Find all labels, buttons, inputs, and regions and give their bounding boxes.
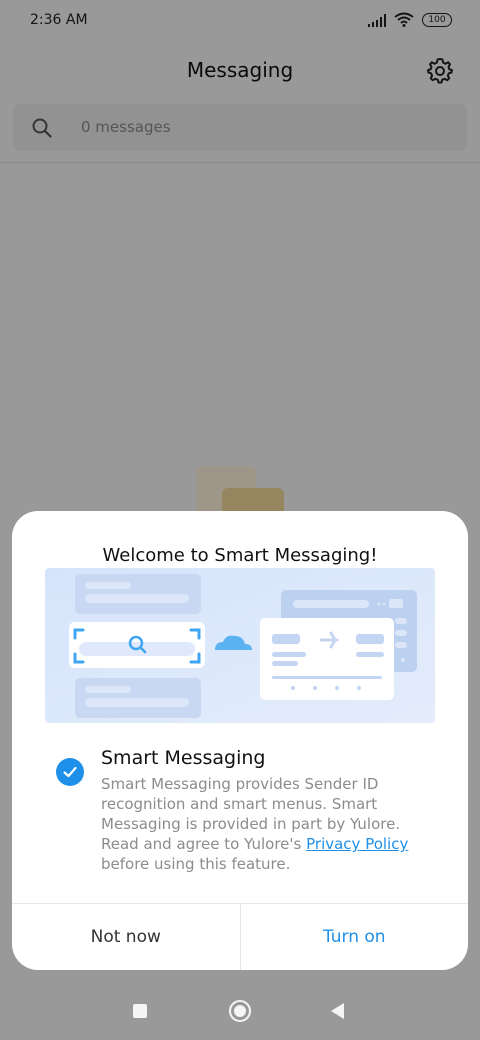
recents-icon[interactable] [133,1004,147,1018]
description-text-end: before using this feature. [101,855,291,873]
smart-messaging-illustration [45,568,435,723]
turn-on-button[interactable]: Turn on [241,904,469,970]
dialog-title: Welcome to Smart Messaging! [102,545,378,566]
privacy-policy-link[interactable]: Privacy Policy [306,835,408,853]
navigation-bar [0,982,480,1040]
dialog-buttons: Not now Turn on [12,903,468,970]
home-icon[interactable] [229,1000,251,1022]
smart-messaging-dialog: Welcome to Smart Messaging! Smart Messag… [12,511,468,970]
not-now-button[interactable]: Not now [12,904,241,970]
smart-messaging-checkbox[interactable] [56,758,84,786]
option-description: Smart Messaging provides Sender ID recog… [101,774,441,874]
checkmark-icon [63,766,77,778]
option-title: Smart Messaging [101,747,266,769]
back-icon[interactable] [331,1003,344,1019]
